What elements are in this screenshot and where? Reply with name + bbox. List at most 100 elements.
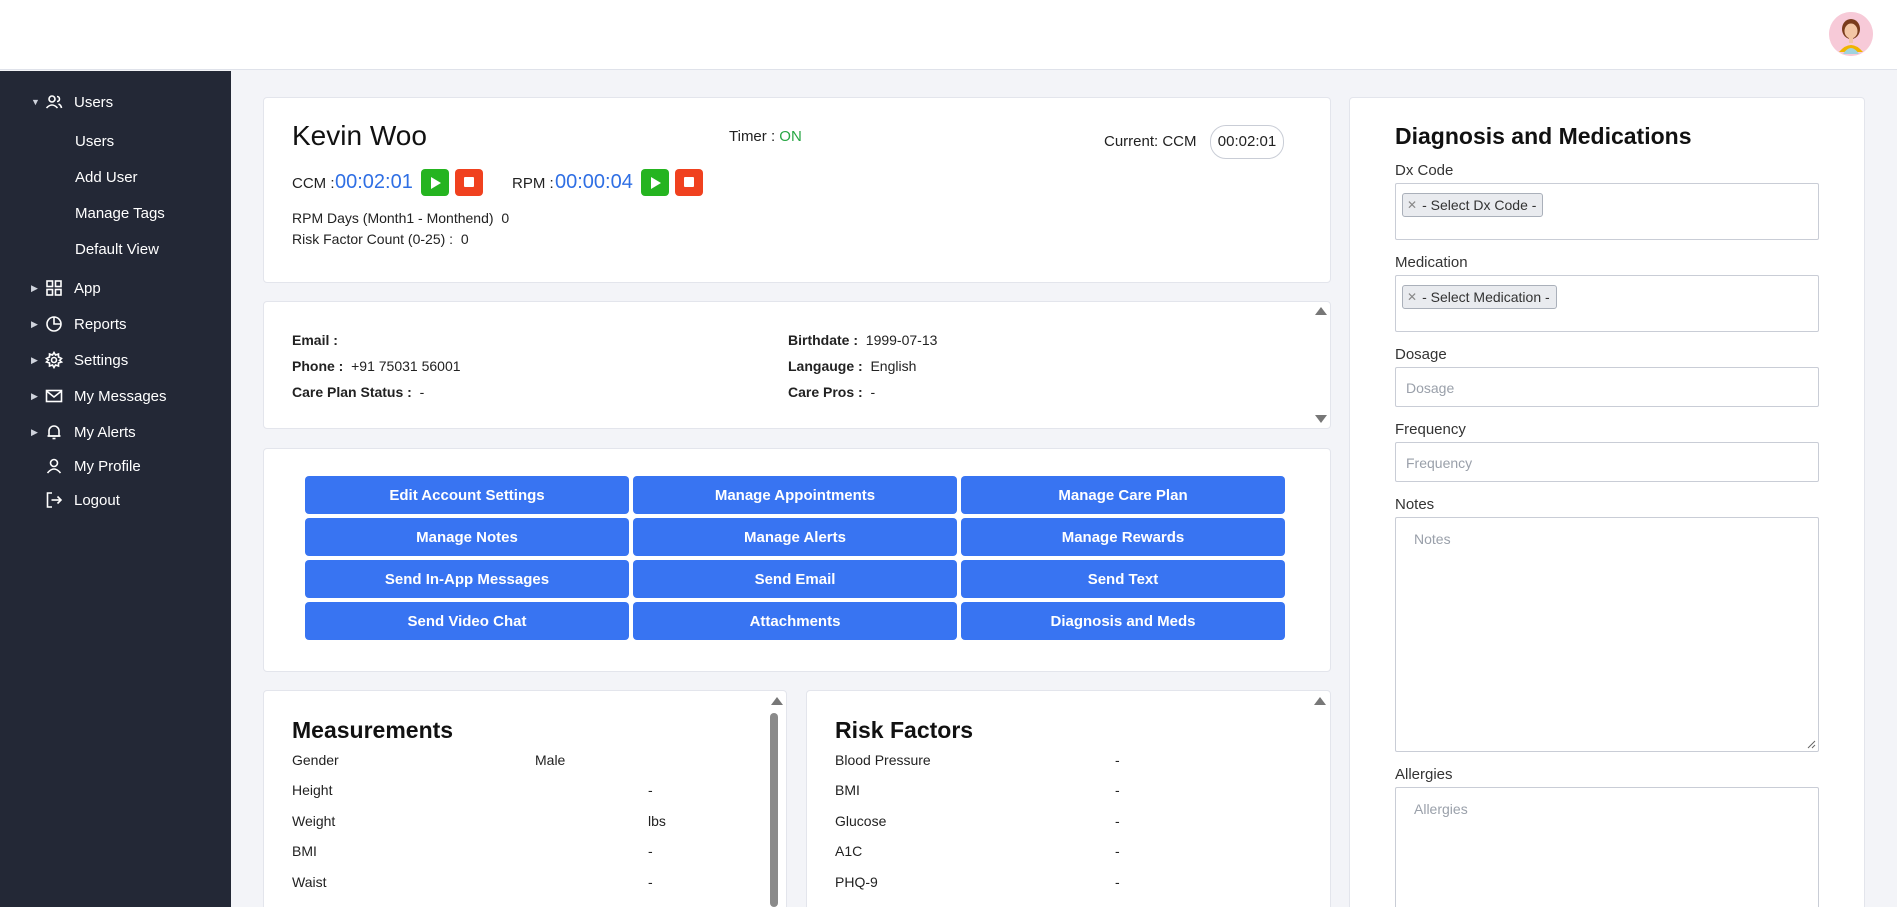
dx-code-chip[interactable]: ✕ - Select Dx Code - [1402,193,1544,217]
sidebar-subitem-manage-tags[interactable]: Manage Tags [75,201,165,227]
care-plan-label: Care Plan Status : [292,384,412,400]
rpm-label: RPM : [512,175,554,192]
language-row: Langauge : English [788,358,916,374]
dx-code-chip-label: - Select Dx Code - [1422,197,1537,213]
sidebar-subitem-add-user[interactable]: Add User [75,165,138,191]
risk-count-row: Risk Factor Count (0-25) : 0 [292,231,469,247]
dosage-input[interactable]: Dosage [1395,367,1819,407]
pie-chart-icon [45,315,63,333]
avatar-image-icon [1829,12,1873,56]
user-avatar[interactable] [1829,12,1873,56]
logout-icon [45,491,63,509]
scroll-up-arrow-icon[interactable] [771,697,783,705]
frequency-input[interactable]: Frequency [1395,442,1819,482]
care-plan-value: - [419,384,425,400]
phone-row: Phone : +91 75031 56001 [292,358,461,374]
care-pros-row: Care Pros : - [788,384,875,400]
ccm-stop-button[interactable] [455,169,483,196]
language-label: Langauge : [788,358,863,374]
rpm-days-value: 0 [501,210,510,226]
birthdate-row: Birthdate : 1999-07-13 [788,332,937,348]
current-timer-label: Current: CCM [1104,133,1197,150]
phone-label: Phone : [292,358,344,374]
send-email-button[interactable]: Send Email [633,560,957,598]
chevron-right-icon: ▶ [31,282,38,293]
sidebar-item-my-profile[interactable]: My Profile [0,451,231,481]
send-video-chat-button[interactable]: Send Video Chat [305,602,629,640]
medication-select[interactable]: ✕ - Select Medication - [1395,275,1819,332]
gear-icon [44,350,64,370]
sidebar: ▼ Users Users Add User Manage Tags Defau… [0,71,231,907]
sidebar-item-label: My Messages [74,387,167,405]
sidebar-item-app[interactable]: ▶ App [0,273,231,303]
grid-icon [45,279,63,297]
measurements-scrollbar[interactable] [770,713,778,907]
frequency-placeholder: Frequency [1406,455,1473,471]
patient-info-card: Email : Phone : +91 75031 56001 Care Pla… [263,301,1331,429]
birthdate-label: Birthdate : [788,332,858,348]
risk-blood-pressure-value: - [1115,752,1120,768]
dx-code-select[interactable]: ✕ - Select Dx Code - [1395,183,1819,240]
sidebar-item-users[interactable]: ▼ Users [0,87,231,117]
measurement-weight-label: Weight [292,813,336,829]
risk-count-label: Risk Factor Count (0-25) : [292,231,454,247]
timer-status: Timer : ON [729,128,802,145]
chevron-down-icon: ▼ [31,97,40,107]
medication-chip[interactable]: ✕ - Select Medication - [1402,285,1557,309]
diagnosis-and-meds-button[interactable]: Diagnosis and Meds [961,602,1285,640]
measurement-gender-label: Gender [292,752,339,768]
medication-label: Medication [1395,254,1468,271]
ccm-play-button[interactable] [421,169,449,196]
chevron-right-icon: ▶ [31,318,38,329]
rpm-play-button[interactable] [641,169,669,196]
sidebar-item-reports[interactable]: ▶ Reports [0,309,231,339]
sidebar-item-my-alerts[interactable]: ▶ My Alerts [0,417,231,447]
sidebar-item-logout[interactable]: Logout [0,485,231,515]
measurement-bmi-label: BMI [292,843,317,859]
resize-handle-icon[interactable] [1806,739,1816,749]
scroll-down-arrow-icon[interactable] [1315,415,1327,423]
manage-notes-button[interactable]: Manage Notes [305,518,629,556]
rpm-days-label: RPM Days (Month1 - Monthend) [292,210,494,226]
notes-textarea[interactable]: Notes [1395,517,1819,752]
manage-appointments-button[interactable]: Manage Appointments [633,476,957,514]
sidebar-item-settings[interactable]: ▶ Settings [0,345,231,375]
sidebar-subitem-users[interactable]: Users [75,129,114,155]
measurement-waist-label: Waist [292,874,327,890]
risk-count-value: 0 [460,231,469,247]
sidebar-item-label: My Alerts [74,423,136,441]
send-in-app-messages-button[interactable]: Send In-App Messages [305,560,629,598]
remove-icon[interactable]: ✕ [1407,198,1417,212]
medication-chip-label: - Select Medication - [1422,289,1550,305]
care-plan-row: Care Plan Status : - [292,384,424,400]
allergies-textarea[interactable]: Allergies [1395,787,1819,907]
manage-rewards-button[interactable]: Manage Rewards [961,518,1285,556]
rpm-days-row: RPM Days (Month1 - Monthend) 0 [292,210,509,226]
diagnosis-panel-title: Diagnosis and Medications [1395,123,1692,149]
risk-glucose-label: Glucose [835,813,887,829]
sidebar-item-label: Logout [74,491,120,509]
manage-care-plan-button[interactable]: Manage Care Plan [961,476,1285,514]
notes-placeholder: Notes [1414,531,1451,547]
dx-code-label: Dx Code [1395,162,1454,179]
care-pros-value: - [870,384,876,400]
scroll-up-arrow-icon[interactable] [1314,697,1326,705]
sidebar-subitem-default-view[interactable]: Default View [75,237,159,263]
sidebar-item-label: Reports [74,315,127,333]
risk-blood-pressure-label: Blood Pressure [835,752,931,768]
risk-glucose-value: - [1115,813,1120,829]
scroll-up-arrow-icon[interactable] [1315,307,1327,315]
send-text-button[interactable]: Send Text [961,560,1285,598]
manage-alerts-button[interactable]: Manage Alerts [633,518,957,556]
sidebar-item-my-messages[interactable]: ▶ My Messages [0,381,231,411]
attachments-button[interactable]: Attachments [633,602,957,640]
risk-bmi-label: BMI [835,782,860,798]
bell-icon [45,423,63,441]
risk-phq9-label: PHQ-9 [835,874,878,890]
measurement-height-label: Height [292,782,333,798]
remove-icon[interactable]: ✕ [1407,290,1417,304]
rpm-stop-button[interactable] [675,169,703,196]
edit-account-settings-button[interactable]: Edit Account Settings [305,476,629,514]
measurements-card: Measurements Gender Male Height - Weight… [263,690,787,907]
patient-name: Kevin Woo [292,120,427,151]
